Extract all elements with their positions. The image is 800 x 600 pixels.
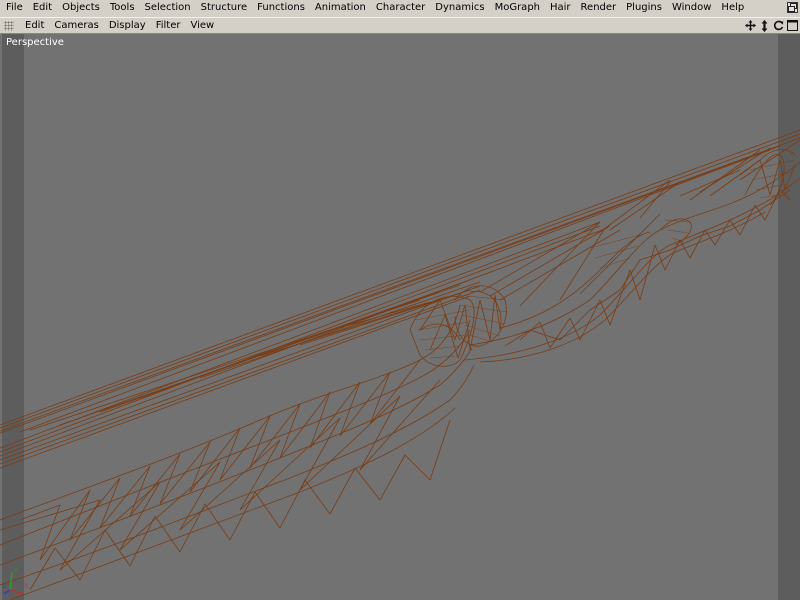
axis-x-label: X [24, 583, 28, 590]
move-view-icon[interactable] [744, 19, 756, 32]
axis-y-label: Y [13, 567, 18, 574]
restore-icon [788, 3, 797, 12]
menu-structure[interactable]: Structure [196, 0, 253, 16]
rotate-view-icon[interactable] [772, 19, 784, 32]
menu-functions[interactable]: Functions [252, 0, 310, 16]
view-menu-edit[interactable]: Edit [20, 18, 49, 33]
axis-z-label: Z [2, 583, 6, 590]
menu-character[interactable]: Character [371, 0, 430, 16]
menu-render[interactable]: Render [576, 0, 622, 16]
viewport-menu-bar: Edit Cameras Display Filter View [0, 17, 800, 34]
view-menu-filter[interactable]: Filter [151, 18, 186, 33]
perspective-viewport[interactable]: Perspective X Y Z [0, 34, 800, 600]
menu-animation[interactable]: Animation [310, 0, 371, 16]
menu-dynamics[interactable]: Dynamics [430, 0, 489, 16]
menu-hair[interactable]: Hair [545, 0, 576, 16]
menu-selection[interactable]: Selection [140, 0, 196, 16]
viewport-nav-icons [744, 19, 798, 32]
menu-window[interactable]: Window [667, 0, 716, 16]
menu-plugins[interactable]: Plugins [621, 0, 667, 16]
menu-tools[interactable]: Tools [105, 0, 140, 16]
wireframe-mesh[interactable] [0, 34, 800, 600]
view-menu-display[interactable]: Display [104, 18, 151, 33]
view-menu-cameras[interactable]: Cameras [49, 18, 103, 33]
window-restore-button[interactable] [787, 2, 798, 13]
zoom-view-icon[interactable] [758, 19, 770, 32]
viewport-label: Perspective [6, 37, 64, 48]
maximize-view-icon[interactable] [786, 19, 798, 32]
main-menu-bar: File Edit Objects Tools Selection Struct… [0, 0, 800, 16]
menu-help[interactable]: Help [716, 0, 749, 16]
menu-objects[interactable]: Objects [57, 0, 105, 16]
axis-gizmo-icon: X Y Z [2, 567, 28, 595]
menu-items: File Edit Objects Tools Selection Struct… [0, 0, 749, 16]
view-menu-view[interactable]: View [185, 18, 219, 33]
menu-edit[interactable]: Edit [28, 0, 57, 16]
menu-mograph[interactable]: MoGraph [490, 0, 545, 16]
panel-grip-icon[interactable] [4, 20, 14, 31]
menu-file[interactable]: File [6, 0, 28, 16]
